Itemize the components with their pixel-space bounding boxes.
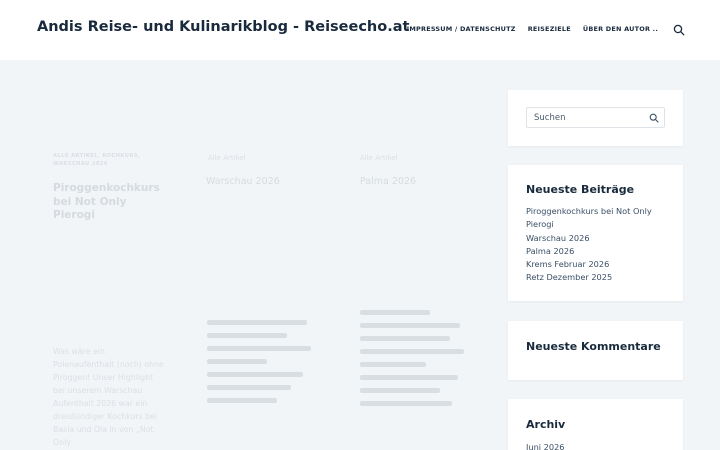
post-categories[interactable]: Alle Artikel <box>208 154 246 162</box>
search-input[interactable]: Suchen <box>526 107 665 128</box>
post-excerpt-placeholder <box>207 320 317 411</box>
search-icon[interactable] <box>649 113 659 123</box>
recent-posts-widget: Neueste Beiträge Piroggenkochkurs bei No… <box>508 165 683 301</box>
nav-item-impressum[interactable]: IMPRESSUM / DATENSCHUTZ <box>407 25 516 33</box>
archive-widget: Archiv Juni 2026 <box>508 399 683 450</box>
search-placeholder: Suchen <box>534 113 566 123</box>
search-icon[interactable] <box>673 24 685 36</box>
post-categories[interactable]: ALLE ARTIKEL, KOCHKURS, WARSCHAU 2026 <box>53 152 163 168</box>
recent-post-link[interactable]: Retz Dezember 2025 <box>526 271 666 284</box>
widget-title: Neueste Beiträge <box>526 183 635 196</box>
widget-title: Archiv <box>526 418 566 431</box>
recent-post-link[interactable]: Piroggenkochkurs bei Not Only Pierogi <box>526 205 666 232</box>
main-navigation: IMPRESSUM / DATENSCHUTZ REISEZIELE ÜBER … <box>407 25 658 33</box>
post-categories[interactable]: Alle Artikel <box>360 154 398 162</box>
post-title[interactable]: Palma 2026 <box>360 176 416 187</box>
post-title[interactable]: Piroggenkochkurs bei Not Only Pierogi <box>53 182 163 223</box>
recent-post-link[interactable]: Warschau 2026 <box>526 232 666 245</box>
widget-title: Neueste Kommentare <box>526 340 661 353</box>
site-header: Andis Reise- und Kulinarikblog - Reiseec… <box>0 0 720 60</box>
post-excerpt: Was wäre ein Polenaufenthalt (noch) ohne… <box>53 347 164 447</box>
recent-post-link[interactable]: Palma 2026 <box>526 245 666 258</box>
post-excerpt-placeholder <box>360 310 470 414</box>
search-widget: Suchen <box>508 90 683 146</box>
recent-post-link[interactable]: Krems Februar 2026 <box>526 258 666 271</box>
recent-comments-widget: Neueste Kommentare <box>508 321 683 380</box>
recent-posts-list: Piroggenkochkurs bei Not Only Pierogi Wa… <box>526 205 666 285</box>
nav-item-reiseziele[interactable]: REISEZIELE <box>528 25 571 33</box>
nav-item-ueber-den-autor[interactable]: ÜBER DEN AUTOR .. <box>583 25 658 33</box>
post-title[interactable]: Warschau 2026 <box>206 176 280 187</box>
archive-link[interactable]: Juni 2026 <box>526 442 565 450</box>
site-title[interactable]: Andis Reise- und Kulinarikblog - Reiseec… <box>37 19 409 35</box>
